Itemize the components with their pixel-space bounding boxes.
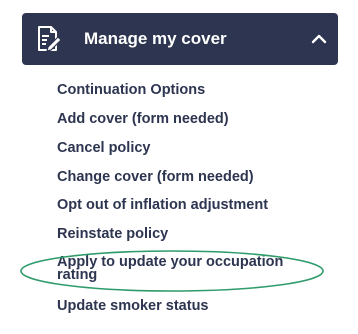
update-occupation-rating-link[interactable]: Apply to update your occupation rating: [57, 255, 305, 283]
menu-item: Add cover (form needed): [57, 112, 229, 127]
panel-title: Manage my cover: [84, 29, 227, 48]
menu-item: Cancel policy: [57, 141, 150, 156]
edit-document-icon: [36, 25, 62, 53]
menu-item: Change cover (form needed): [57, 170, 254, 185]
menu-item: Reinstate policy: [57, 227, 168, 242]
update-smoker-status-link[interactable]: Update smoker status: [57, 299, 209, 314]
add-cover-link[interactable]: Add cover (form needed): [57, 112, 229, 127]
cancel-policy-link[interactable]: Cancel policy: [57, 141, 150, 156]
menu-item: Opt out of inflation adjustment: [57, 198, 268, 213]
change-cover-link[interactable]: Change cover (form needed): [57, 170, 254, 185]
menu-item: Continuation Options: [57, 83, 205, 98]
manage-cover-header[interactable]: Manage my cover: [22, 13, 338, 65]
chevron-up-icon[interactable]: [310, 30, 328, 48]
menu-item: Update smoker status: [57, 299, 209, 314]
menu-item: Apply to update your occupation rating: [57, 255, 305, 283]
continuation-options-link[interactable]: Continuation Options: [57, 83, 205, 98]
reinstate-policy-link[interactable]: Reinstate policy: [57, 227, 168, 242]
opt-out-inflation-link[interactable]: Opt out of inflation adjustment: [57, 198, 268, 213]
